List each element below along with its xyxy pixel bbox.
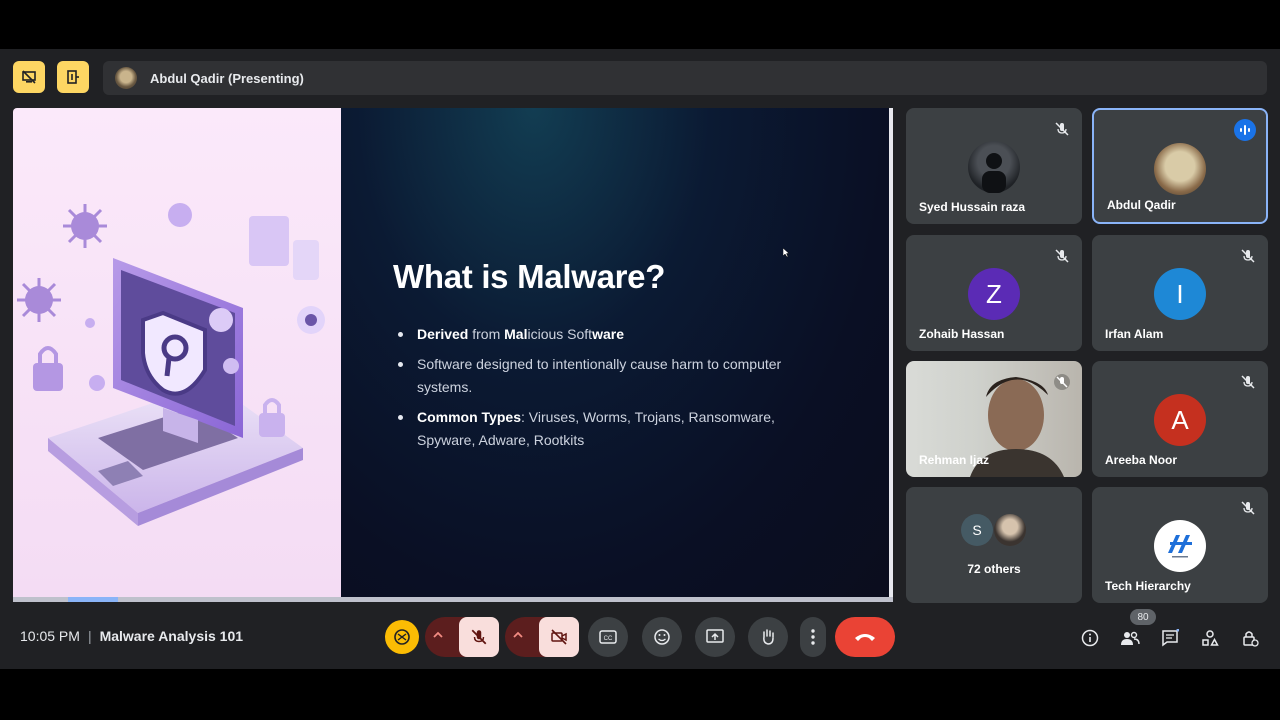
camera-toggle-button[interactable] [539, 617, 579, 657]
captions-button[interactable]: CC [588, 617, 628, 657]
bullet-derived: Derived from Malicious Software [393, 323, 813, 346]
presenting-label: Abdul Qadir (Presenting) [150, 70, 304, 86]
others-tile[interactable]: S 72 others [906, 487, 1082, 603]
bullet-types: Common Types: Viruses, Worms, Trojans, R… [393, 406, 813, 452]
participant-name: Abdul Qadir [1107, 198, 1176, 212]
meeting-title: Malware Analysis 101 [99, 628, 244, 644]
meeting-details-icon[interactable] [1079, 627, 1101, 649]
avatar [1154, 143, 1206, 195]
participant-name: Irfan Alam [1105, 327, 1164, 341]
mic-off-icon [471, 629, 487, 645]
participant-name: Syed Hussain raza [919, 200, 1026, 214]
presenting-banner: Abdul Qadir (Presenting) [103, 61, 1267, 95]
participant-name: Zohaib Hassan [919, 327, 1005, 341]
stop-presenting-icon[interactable] [13, 61, 45, 93]
emoji-icon [654, 629, 670, 645]
shared-slide: What is Malware? Derived from Malicious … [13, 108, 891, 602]
more-vert-icon [811, 629, 815, 645]
mic-off-icon [1055, 122, 1069, 136]
chat-icon[interactable] [1159, 627, 1181, 649]
emoji-reactions-button[interactable] [642, 617, 682, 657]
speaking-indicator-icon [1234, 119, 1256, 141]
avatar: Z [968, 268, 1020, 320]
mic-off-icon [1054, 374, 1070, 390]
bullet-definition: Software designed to intentionally cause… [393, 353, 813, 399]
hand-icon [763, 629, 774, 645]
bullet-bold: Mal [504, 326, 528, 342]
avatar [968, 141, 1020, 193]
activities-icon[interactable] [1199, 627, 1221, 649]
participant-tile[interactable]: I Irfan Alam [1092, 235, 1268, 351]
mic-off-icon [1241, 375, 1255, 389]
meet-window: Abdul Qadir (Presenting) What is Malware… [0, 49, 1280, 669]
avatar: S [961, 514, 993, 546]
participant-tile[interactable]: Z Zohaib Hassan [906, 235, 1082, 351]
leave-call-button[interactable] [835, 617, 895, 657]
presenter-avatar [115, 67, 137, 89]
presentation-view-icon[interactable] [57, 61, 89, 93]
slide-content: What is Malware? Derived from Malicious … [341, 108, 891, 602]
hang-up-icon [855, 634, 875, 641]
mic-control-group [425, 617, 499, 657]
mic-off-icon [1055, 249, 1069, 263]
bullet-bold: Derived [417, 326, 469, 342]
slide-bullet-list: Derived from Malicious Software Software… [393, 323, 813, 459]
camera-options-chevron-icon[interactable] [511, 628, 525, 647]
others-count: 72 others [967, 562, 1021, 576]
participant-name: Rehman Ijaz [919, 453, 990, 467]
participant-tile-active[interactable]: Abdul Qadir [1092, 108, 1268, 224]
slide-scroll-edge [889, 108, 893, 602]
participant-tile[interactable]: Tech Hierarchy [1092, 487, 1268, 603]
avatar: I [1154, 268, 1206, 320]
svg-text:CC: CC [604, 636, 613, 642]
participant-video-tile[interactable]: Rehman Ijaz [906, 361, 1082, 477]
camera-off-icon [551, 629, 567, 645]
participant-name: Areeba Noor [1105, 453, 1178, 467]
participant-tile[interactable]: A Areeba Noor [1092, 361, 1268, 477]
tech-hierarchy-logo-icon [1154, 520, 1206, 572]
present-icon [706, 629, 724, 643]
host-controls-icon[interactable] [1239, 627, 1261, 649]
meeting-info: 10:05 PM | Malware Analysis 101 [20, 628, 243, 644]
mic-off-icon [1241, 249, 1255, 263]
bullet-text: from [472, 326, 505, 342]
separator: | [87, 628, 92, 644]
slide-illustration [13, 108, 341, 602]
camera-control-group [505, 617, 579, 657]
mic-toggle-button[interactable] [459, 617, 499, 657]
participant-name: Tech Hierarchy [1105, 579, 1191, 593]
mic-options-chevron-icon[interactable] [431, 628, 445, 647]
captions-icon: CC [599, 630, 617, 644]
reactions-effects-button[interactable] [385, 620, 419, 654]
avatar: A [1154, 394, 1206, 446]
people-count-badge: 80 [1130, 609, 1156, 625]
slide-title: What is Malware? [393, 258, 666, 295]
clock-time: 10:05 PM [20, 628, 80, 644]
bullet-bold: Common Types [417, 409, 521, 425]
effects-icon [394, 629, 410, 645]
mic-off-icon [1241, 501, 1255, 515]
more-options-button[interactable] [800, 617, 826, 657]
slide-progress-fill [68, 597, 118, 602]
bullet-text: icious Soft [527, 326, 593, 342]
raise-hand-button[interactable] [748, 617, 788, 657]
present-screen-button[interactable] [695, 617, 735, 657]
slide-progress-bar [13, 597, 893, 602]
bullet-bold: ware [592, 326, 624, 342]
avatar [994, 514, 1026, 546]
mouse-cursor-icon [783, 248, 790, 258]
people-icon[interactable] [1119, 627, 1141, 649]
participant-tile[interactable]: Syed Hussain raza [906, 108, 1082, 224]
